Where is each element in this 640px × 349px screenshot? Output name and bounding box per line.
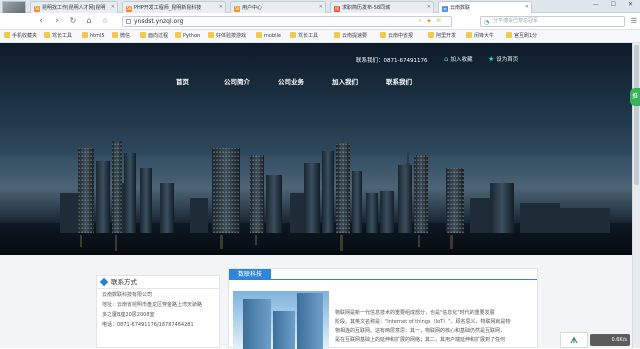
folder-icon <box>82 32 88 38</box>
bookmark-item[interactable]: 官互刷1分 <box>506 32 537 40</box>
section-divider <box>271 279 537 280</box>
header-contact-phone: 联系我们：0871-67491176 <box>356 58 428 64</box>
folder-icon <box>256 32 262 38</box>
search-input[interactable]: ◔ 分平博会巴黎总冠军 <box>480 16 625 27</box>
bookmark-item[interactable]: 闲锋大牛 <box>466 32 494 40</box>
back-icon[interactable]: ‹ <box>36 16 46 26</box>
bookmarks-bar: 手机收藏夹 驾长工具 html5 微信 面向过程 Python 好体验按游戏 m… <box>0 30 640 43</box>
address-bar: ‹ › ↻ ⌂ ☆ ynsdst.ynzql.org ⚡ ◆ ✉ ◔ 分平博会巴… <box>0 13 640 30</box>
page-info-icon[interactable] <box>126 19 131 24</box>
nav-join[interactable]: 加入我们 <box>332 76 358 86</box>
home-icon[interactable]: ⌂ <box>84 16 94 26</box>
browser-tab[interactable]: 58 PHP开发工程师_昆明新昆科技 ✕ <box>122 1 226 13</box>
house-icon: ⌂ <box>444 55 449 63</box>
folder-icon <box>428 32 434 38</box>
section-tab[interactable]: 数联科技 <box>229 269 271 280</box>
reload-icon[interactable]: ↻ <box>68 16 78 26</box>
folder-icon <box>112 32 118 38</box>
content-area: 联系方式 云南数联科技有限公司 地址：云南省昆明市盘龙区穿金路上湾天骄路 多之厦… <box>0 255 632 349</box>
folder-icon <box>290 32 296 38</box>
contact-company: 云南数联科技有限公司 <box>102 292 153 298</box>
nav-contact[interactable]: 联系我们 <box>386 76 412 86</box>
bookmark-item[interactable]: 阿里开发 <box>428 32 456 40</box>
browser-tab[interactable]: 58 昆明找工作|昆明人才网|昆明 ✕ <box>30 1 118 13</box>
tab-favicon: 搜 <box>334 6 340 12</box>
folder-icon <box>175 32 181 38</box>
folder-icon <box>208 32 214 38</box>
browser-tab[interactable]: 搜求职简历发布-58同城 ✕ <box>330 1 434 13</box>
bookmark-item[interactable]: html5 <box>82 32 105 40</box>
url-input[interactable]: ynsdst.ynzql.org <box>122 16 452 27</box>
tab-label: 云南数联 <box>450 5 471 11</box>
bookmark-item[interactable]: mobile <box>256 32 281 40</box>
star-icon[interactable]: ☆ <box>100 16 110 26</box>
forward-icon[interactable]: › <box>52 16 62 26</box>
browser-tab-strip: 58 昆明找工作|昆明人才网|昆明 ✕ 58 PHP开发工程师_昆明新昆科技 ✕ 58 用… <box>0 0 640 25</box>
window-controls[interactable]: — ☐ ✕ <box>593 1 638 8</box>
intro-panel: 数联科技 物联网是新一代信息技术的重要组成部分，也是"信息化"时代的重要发展 阶… <box>228 268 538 349</box>
contact-address: 地址：云南省昆明市盘龙区穿金路上湾天骄路 <box>102 302 203 308</box>
contact-sidebar: 联系方式 云南数联科技有限公司 地址：云南省昆明市盘龙区穿金路上湾天骄路 多之厦… <box>96 275 220 348</box>
main-nav: 首页 公司简介 公司业务 加入我们 联系我们 <box>0 76 632 90</box>
close-icon[interactable]: ✕ <box>319 4 323 10</box>
nav-about[interactable]: 公司简介 <box>224 76 250 86</box>
set-homepage-link[interactable]: ★ 设为首页 <box>488 55 518 63</box>
menu-icon[interactable]: ☰ <box>631 17 637 25</box>
status-overlay: ᗑ 0.6K/s <box>560 332 632 348</box>
folder-icon <box>334 32 340 38</box>
city-skyline-image <box>60 135 610 251</box>
nav-business[interactable]: 公司业务 <box>278 76 304 86</box>
bookmark-item[interactable]: 好体验按游戏 <box>208 32 246 40</box>
star-icon: ★ <box>488 55 495 63</box>
contact-phone: 电话：0871-67491176/18787464281 <box>102 322 194 328</box>
url-text: ynsdst.ynzql.org <box>134 18 184 25</box>
tab-label: 用户中心 <box>242 5 263 11</box>
bookmark-item[interactable]: 驾长工具 <box>44 32 72 40</box>
sidebar-title: 联系方式 <box>97 276 219 289</box>
side-float-button[interactable]: 推 <box>630 88 640 106</box>
browser-tab[interactable]: 58 用户中心 ✕ <box>230 1 326 13</box>
contact-address-2: 多之厦B座20层2008室 <box>102 312 155 318</box>
tab-label: 昆明找工作|昆明人才网|昆明 <box>42 5 106 11</box>
tab-label: PHP开发工程师_昆明新昆科技 <box>134 5 202 11</box>
extension-icons[interactable]: ⚡ ◆ ✉ <box>418 18 443 24</box>
folder-icon <box>140 32 146 38</box>
bookmark-item[interactable]: 驾长工具 <box>290 32 318 40</box>
diamond-icon <box>99 277 109 287</box>
folder-icon <box>506 32 512 38</box>
tab-favicon: 58 <box>34 6 40 12</box>
folder-icon <box>44 32 50 38</box>
tab-label: 求职简历发布-58同城 <box>342 5 391 11</box>
folder-icon <box>466 32 472 38</box>
bookmark-item[interactable]: 云南提速要 <box>334 32 367 40</box>
building-photo <box>233 291 329 349</box>
folder-icon <box>4 32 10 38</box>
tab-favicon: 58 <box>126 6 132 12</box>
speed-logo: ᗑ <box>560 332 588 348</box>
close-icon[interactable]: ✕ <box>219 4 223 10</box>
nav-home[interactable]: 首页 <box>176 76 189 86</box>
search-placeholder: 分平博会巴黎总冠军 <box>493 18 539 24</box>
close-icon[interactable]: ✕ <box>427 4 431 10</box>
close-icon[interactable]: ✕ <box>111 4 115 10</box>
hero-banner: 联系我们：0871-67491176 ⌂ 加入收藏 ★ 设为首页 首页 公司简介 公… <box>0 43 632 255</box>
intro-text: 物联网是新一代信息技术的重要组成部分，也是"信息化"时代的重要发展 阶段。其英文… <box>335 310 511 343</box>
bookmark-item[interactable]: 面向过程 <box>140 32 168 40</box>
search-icon: ◔ <box>484 19 490 26</box>
tab-favicon: 58 <box>234 6 240 12</box>
tab-favicon: 云 <box>442 6 448 12</box>
folder-icon <box>380 32 386 38</box>
close-icon[interactable]: ✕ <box>525 4 529 10</box>
bookmark-item[interactable]: 云南中省报 <box>380 32 413 40</box>
bookmark-item[interactable]: 微信 <box>112 32 130 40</box>
network-speed: 0.6K/s <box>590 334 630 346</box>
scroll-thumb[interactable] <box>634 45 639 185</box>
bookmark-item[interactable]: 手机收藏夹 <box>4 32 37 40</box>
add-favorite-link[interactable]: ⌂ 加入收藏 <box>444 55 472 63</box>
bookmark-item[interactable]: Python <box>175 32 200 40</box>
